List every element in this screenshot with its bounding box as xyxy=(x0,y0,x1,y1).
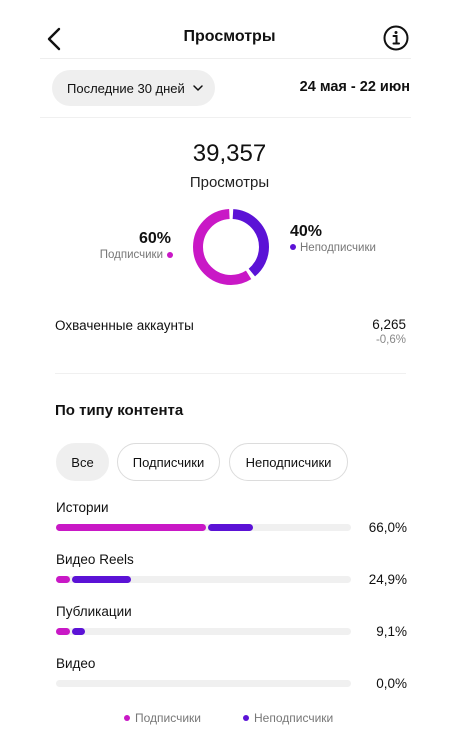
followers-percent: 60% xyxy=(138,230,171,247)
content-row-label: Публикации xyxy=(56,604,132,619)
filter-all-button[interactable]: Все xyxy=(56,443,109,481)
non-followers-segment xyxy=(71,628,85,635)
non-followers-percent: 40% xyxy=(290,223,323,240)
content-row-percent: 0,0% xyxy=(376,676,407,691)
content-row-percent: 24,9% xyxy=(368,572,407,587)
content-row-label: Видео Reels xyxy=(56,552,134,567)
legend-followers-label: Подписчики xyxy=(135,711,202,725)
reach-change: -0,6% xyxy=(375,334,406,346)
non-followers-dot-icon xyxy=(243,715,249,721)
header: Просмотры xyxy=(0,0,459,60)
total-views-value: 39,357 xyxy=(192,140,267,167)
followers-label: Подписчики xyxy=(99,249,163,261)
legend-non-followers-label: Неподписчики xyxy=(254,711,334,725)
period-label: Последние 30 дней xyxy=(67,80,185,96)
period-dropdown[interactable]: Последние 30 дней xyxy=(52,70,215,106)
content-row-percent: 9,1% xyxy=(376,624,407,639)
followers-label-row: Подписчики xyxy=(100,249,173,261)
content-row-percent: 66,0% xyxy=(368,520,407,535)
content-row-label: Истории xyxy=(56,500,109,515)
content-bar-track xyxy=(56,680,351,687)
reach-value: 6,265 xyxy=(372,317,406,332)
non-followers-label-row: Неподписчики xyxy=(290,242,378,255)
views-donut-chart xyxy=(193,209,269,285)
content-row-label: Видео xyxy=(56,656,96,671)
content-bar-track xyxy=(56,524,351,531)
content-bar-track xyxy=(56,576,351,583)
divider xyxy=(55,373,406,374)
followers-segment xyxy=(56,576,70,583)
content-type-title: По типу контента xyxy=(55,402,184,419)
divider xyxy=(40,117,411,118)
non-followers-dot-icon xyxy=(290,244,296,250)
non-followers-segment xyxy=(208,524,253,531)
followers-segment xyxy=(56,524,207,531)
filter-non-followers-button[interactable]: Неподписчики xyxy=(229,443,348,481)
followers-dot-icon xyxy=(167,252,173,258)
filter-followers-button[interactable]: Подписчики xyxy=(117,443,220,481)
total-views-label: Просмотры xyxy=(189,174,270,191)
followers-segment xyxy=(56,628,70,635)
followers-dot-icon xyxy=(124,715,130,721)
legend-followers: Подписчики xyxy=(124,711,201,725)
info-icon xyxy=(383,25,409,51)
date-range: 24 мая - 22 июн xyxy=(299,79,410,95)
non-followers-label: Неподписчики xyxy=(300,242,376,254)
legend-non-followers: Неподписчики xyxy=(243,711,333,725)
info-button[interactable] xyxy=(382,24,410,52)
non-followers-segment xyxy=(71,576,132,583)
divider xyxy=(40,58,411,59)
chevron-down-icon xyxy=(192,82,204,94)
content-bar-track xyxy=(56,628,351,635)
reach-label: Охваченные аккаунты xyxy=(55,318,194,333)
